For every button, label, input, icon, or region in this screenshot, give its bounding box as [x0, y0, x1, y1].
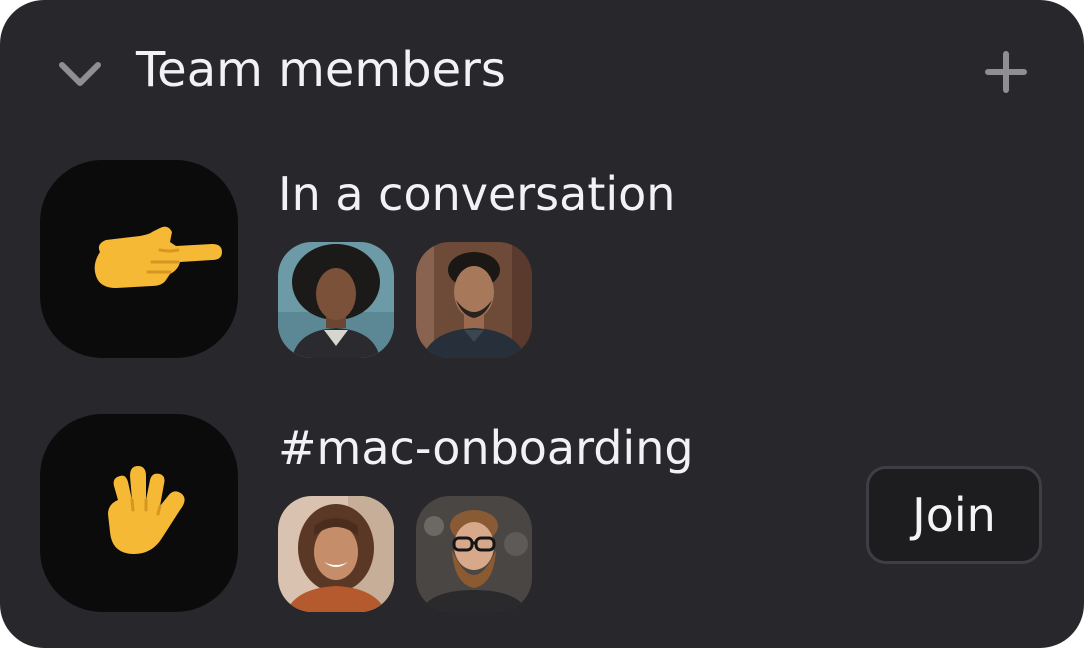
avatar[interactable] [416, 242, 532, 358]
pointing-hand-icon [94, 226, 222, 288]
status-tile [40, 414, 238, 612]
team-members-panel: Team members In a conversation #mac-onbo… [0, 0, 1084, 648]
channel-name: #mac-onboarding [278, 421, 694, 475]
section-header: Team members [0, 0, 1084, 140]
avatar[interactable] [278, 242, 394, 358]
avatar[interactable] [416, 496, 532, 612]
status-tile [40, 160, 238, 358]
raised-hand-icon [108, 466, 185, 554]
plus-icon[interactable] [982, 48, 1030, 96]
chevron-down-icon[interactable] [56, 56, 104, 92]
section-title: Team members [136, 42, 506, 98]
list-item[interactable]: #mac-onboarding Join [0, 414, 1084, 614]
list-item[interactable]: In a conversation [0, 160, 1084, 360]
row-label: In a conversation [278, 167, 676, 221]
join-button[interactable]: Join [866, 466, 1042, 564]
avatar[interactable] [278, 496, 394, 612]
